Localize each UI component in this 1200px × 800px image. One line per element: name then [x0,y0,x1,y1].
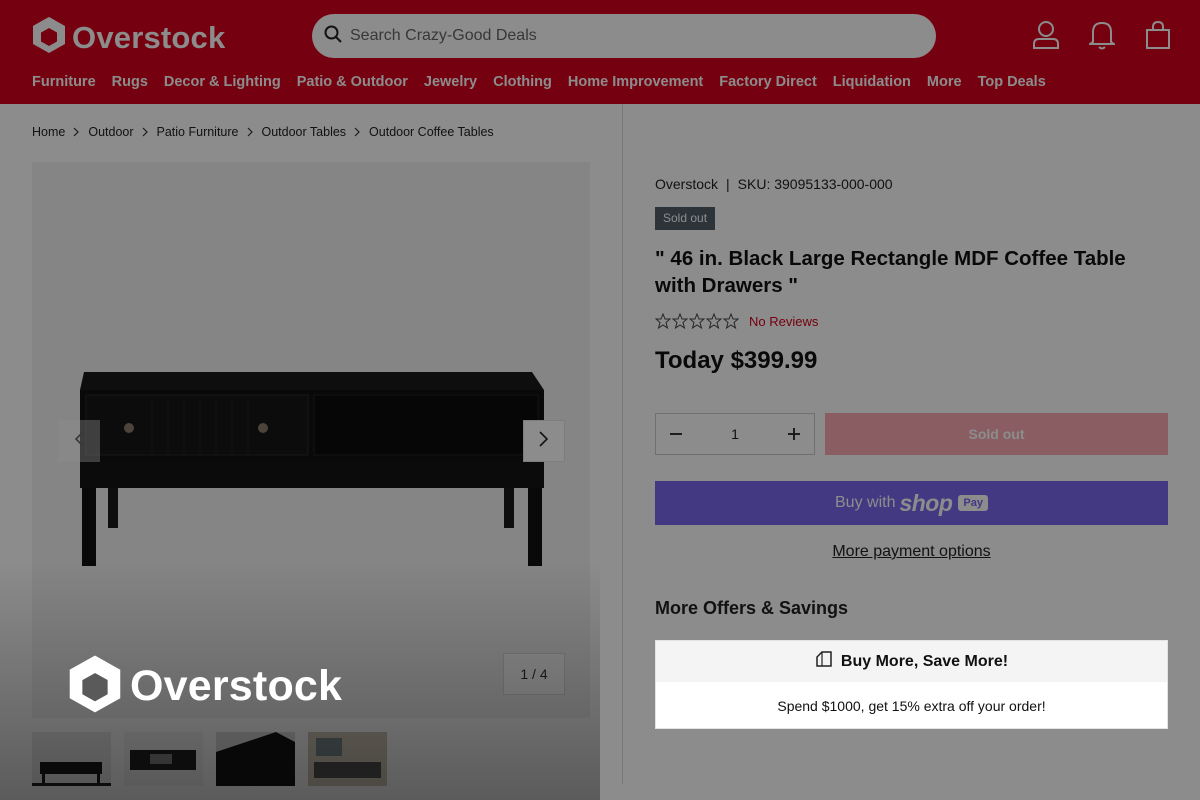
logo[interactable]: Overstock [32,16,225,59]
star-icon [723,313,739,329]
product-gallery: 1 / 4 [32,162,590,718]
chevron-left-icon [73,430,85,453]
offer-card-title: Buy More, Save More! [840,652,1009,670]
separator: | [726,176,730,192]
account-icon[interactable] [1032,18,1060,52]
breadcrumb-outdoor-coffee-tables[interactable]: Outdoor Coffee Tables [369,125,494,139]
chevron-right-icon [247,127,254,137]
overlay-logo: Overstock [68,654,342,719]
nav-top-deals[interactable]: Top Deals [978,74,1046,90]
star-icon [655,313,671,329]
bell-icon[interactable] [1088,18,1116,52]
breadcrumb-home[interactable]: Home [32,125,65,139]
quantity-value[interactable]: 1 [731,426,739,442]
logo-text: Overstock [72,19,226,55]
offers-heading: More Offers & Savings [655,598,849,618]
nav-patio-outdoor[interactable]: Patio & Outdoor [297,74,408,90]
logo-hexagon-icon [68,654,122,719]
chevron-right-icon [354,127,361,137]
chevron-right-icon [73,127,80,137]
thumbnail-strip [32,732,387,786]
nav-furniture[interactable]: Furniture [32,74,96,90]
breadcrumb-patio-furniture[interactable]: Patio Furniture [157,125,239,139]
thumbnail-3[interactable] [216,732,295,786]
column-divider [622,104,623,784]
shop-pay-badge: Pay [958,495,988,511]
nav-decor-lighting[interactable]: Decor & Lighting [164,74,281,90]
breadcrumb-outdoor-tables[interactable]: Outdoor Tables [262,125,347,139]
price: Today $399.99 [655,347,818,374]
plus-icon[interactable] [786,426,802,442]
nav-liquidation[interactable]: Liquidation [833,74,911,90]
nav-rugs[interactable]: Rugs [112,74,148,90]
nav-home-improvement[interactable]: Home Improvement [568,74,703,90]
search-icon [324,25,342,48]
thumbnail-1[interactable] [32,732,111,786]
image-counter: 1 / 4 [503,653,565,695]
vendor-name[interactable]: Overstock [655,176,718,192]
offer-card-body: Spend $1000, get 15% extra off your orde… [777,697,1046,714]
product-image [80,372,544,566]
site-header: Overstock Furniture Rugs Decor & Lightin… [0,0,1200,104]
main-nav: Furniture Rugs Decor & Lighting Patio & … [32,74,1046,90]
chevron-right-icon [538,430,550,453]
shop-pay-prefix: Buy with [835,494,896,511]
reviews-link[interactable]: No Reviews [749,314,818,329]
sold-out-button[interactable]: Sold out [825,413,1168,455]
shop-wordmark: shop [899,489,953,516]
star-icon [672,313,688,329]
minus-icon[interactable] [668,426,684,442]
star-rating [655,313,739,329]
rating: No Reviews [655,313,818,329]
breadcrumb-outdoor[interactable]: Outdoor [88,125,133,139]
offer-card: Buy More, Save More! Spend $1000, get 15… [655,640,1168,729]
search-bar[interactable] [312,14,936,58]
nav-clothing[interactable]: Clothing [493,74,552,90]
logo-hexagon-icon [32,16,66,59]
buy-with-shop-pay-button[interactable]: Buy with shop Pay [655,481,1168,525]
more-payment-options-link[interactable]: More payment options [655,543,1168,561]
status-badge: Sold out [655,207,716,230]
sku: SKU: 39095133-000-000 [737,176,893,192]
breadcrumb: Home Outdoor Patio Furniture Outdoor Tab… [32,125,494,139]
coupon-icon [815,650,833,673]
product-title: " 46 in. Black Large Rectangle MDF Coffe… [655,247,1126,297]
chevron-right-icon [142,127,149,137]
previous-image-button[interactable] [58,420,100,462]
star-icon [689,313,705,329]
vendor-sku-line: Overstock | SKU: 39095133-000-000 [655,176,893,192]
shopping-bag-icon[interactable] [1144,18,1172,52]
thumbnail-2[interactable] [124,732,203,786]
nav-jewelry[interactable]: Jewelry [424,74,477,90]
offer-card-header: Buy More, Save More! [656,641,1167,682]
star-icon [706,313,722,329]
next-image-button[interactable] [523,420,565,462]
search-input[interactable] [350,27,910,45]
thumbnail-4[interactable] [308,732,387,786]
nav-factory-direct[interactable]: Factory Direct [719,74,817,90]
overlay-logo-text: Overstock [130,662,343,710]
nav-more[interactable]: More [927,74,962,90]
quantity-stepper: 1 [655,413,815,455]
